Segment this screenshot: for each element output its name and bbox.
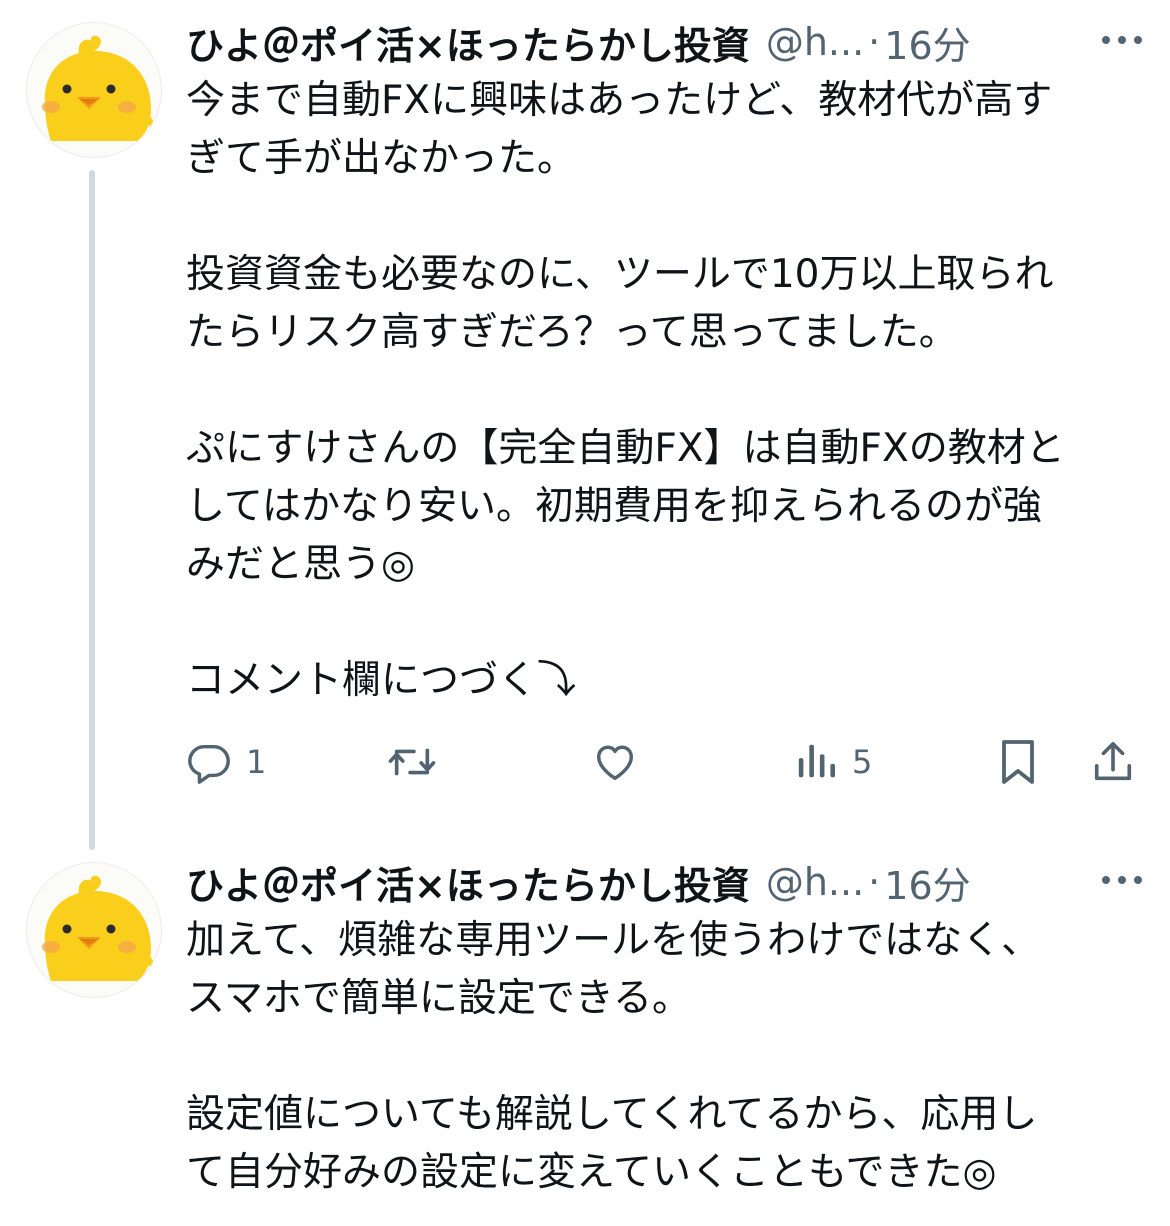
retweet-icon [388, 748, 436, 776]
tweet-actions: 1 5 [0, 732, 1170, 792]
header-separator: · [868, 20, 881, 64]
author-handle[interactable]: @h... [766, 860, 864, 904]
bookmark-icon [1002, 740, 1034, 784]
chick-avatar-icon [42, 875, 154, 981]
more-dots-icon[interactable] [1098, 860, 1146, 900]
reply-button[interactable]: 1 [186, 732, 266, 792]
header-separator: · [868, 860, 881, 904]
avatar[interactable] [26, 22, 162, 158]
tweet-header: ひよ＠ポイ活×ほったらかし投資 @h... · 16分 [186, 852, 1150, 912]
reply-count: 1 [246, 743, 267, 781]
tweet-paragraph: 加えて、煩雑な専用ツールを使うわけではなく、 スマホで簡単に設定できる。 [186, 918, 1041, 1021]
like-button[interactable] [592, 732, 638, 792]
views-button[interactable]: 5 [796, 732, 872, 792]
avatar[interactable] [26, 862, 162, 998]
tweet-paragraph: 設定値についても解説してくれてるから、応用し て自分好みの設定に変えていくことも… [186, 1092, 1038, 1195]
tweet-text: 今まで自動FXに興味はあったけど、教材代が高す ぎて手が出なかった。 投資資金も… [186, 72, 1146, 710]
author-name[interactable]: ひよ＠ポイ活×ほったらかし投資 [186, 15, 750, 70]
tweet-paragraph: コメント欄につづく⤵ [186, 658, 577, 703]
reply-icon [188, 744, 230, 784]
tweet-paragraph: 投資資金も必要なのに、ツールで10万以上取られ たらリスク高すぎだろ？って思って… [186, 252, 1054, 355]
more-dots-icon[interactable] [1098, 20, 1146, 60]
tweet-paragraph: ぷにすけさんの【完全自動FX】は自動FXの教材と してはかなり安い。初期費用を抑… [186, 426, 1065, 587]
share-button[interactable] [1090, 732, 1136, 792]
tweet-header: ひよ＠ポイ活×ほったらかし投資 @h... · 16分 [186, 12, 1150, 72]
retweet-button[interactable] [386, 732, 438, 792]
tweet-time[interactable]: 16分 [884, 15, 970, 70]
chick-avatar-icon [42, 35, 154, 141]
views-bars-icon [798, 744, 836, 778]
tweet[interactable]: ひよ＠ポイ活×ほったらかし投資 @h... · 16分 今まで自動FXに興味はあ… [0, 0, 1170, 860]
tweet-time[interactable]: 16分 [884, 855, 970, 910]
tweet-text: 加えて、煩雑な専用ツールを使うわけではなく、 スマホで簡単に設定できる。 設定値… [186, 912, 1146, 1202]
heart-icon [596, 745, 634, 781]
share-icon [1094, 741, 1132, 781]
bookmark-button[interactable] [996, 732, 1040, 792]
tweet-paragraph: 今まで自動FXに興味はあったけど、教材代が高す ぎて手が出なかった。 [186, 78, 1053, 181]
author-handle[interactable]: @h... [766, 20, 864, 64]
views-count: 5 [852, 743, 873, 781]
author-name[interactable]: ひよ＠ポイ活×ほったらかし投資 [186, 855, 750, 910]
tweet[interactable]: ひよ＠ポイ活×ほったらかし投資 @h... · 16分 加えて、煩雑な専用ツール… [0, 860, 1170, 1226]
